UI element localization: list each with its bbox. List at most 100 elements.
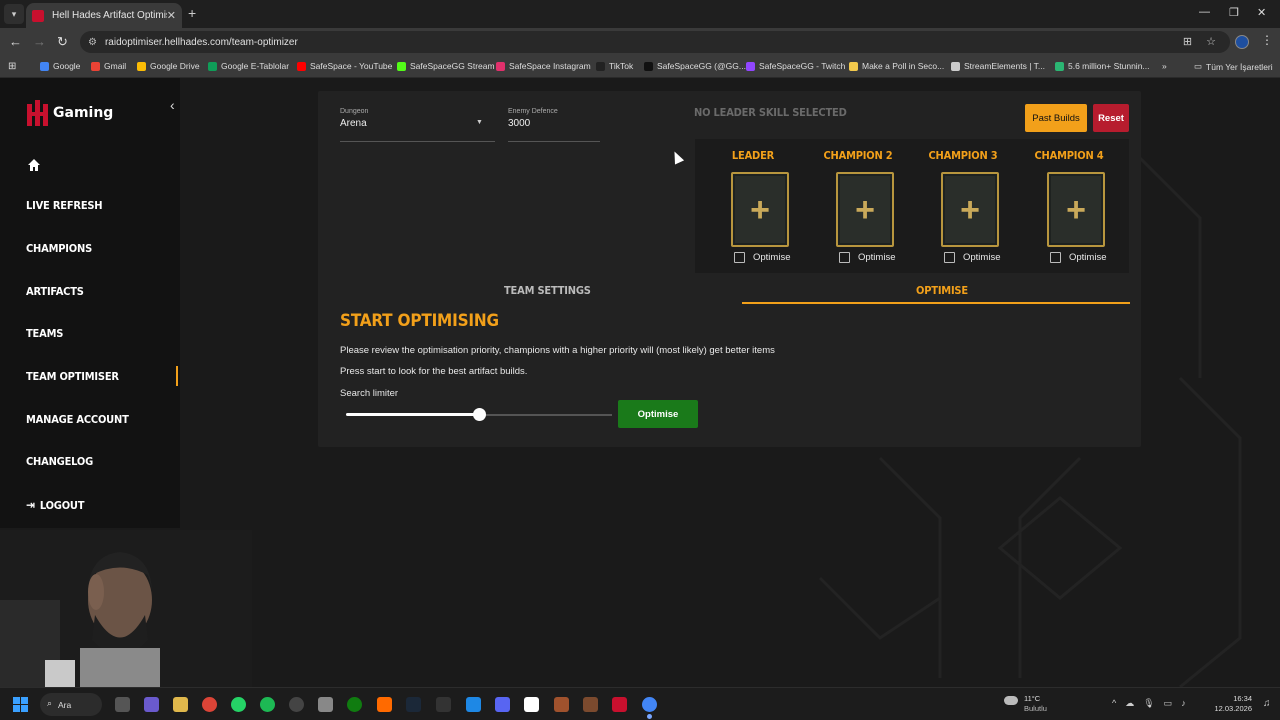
bookmark-star-icon[interactable]: ☆ xyxy=(1206,35,1216,48)
enemy-defence-value: 3000 xyxy=(508,118,531,129)
microphone-icon[interactable]: 🎙 xyxy=(1143,698,1154,709)
instagram-icon xyxy=(496,61,505,71)
new-tab-icon[interactable]: + xyxy=(188,5,196,21)
enemy-defence-field[interactable]: Enemy Defence 3000 xyxy=(508,108,600,142)
tab-optimise[interactable]: Optimise xyxy=(916,284,968,297)
leader-skill-status: No Leader Skill Selected xyxy=(694,106,847,119)
optimise-checkbox[interactable]: Optimise xyxy=(839,252,895,263)
google-icon xyxy=(40,61,49,71)
optimise-checkbox[interactable]: Optimise xyxy=(944,252,1000,263)
sidebar-item-manage-account[interactable]: Manage Account xyxy=(26,413,129,426)
task-view-icon[interactable] xyxy=(115,697,130,712)
browser-tab[interactable]: Hell Hades Artifact Optimiser ✕ xyxy=(26,3,182,28)
reset-button[interactable]: Reset xyxy=(1093,104,1129,132)
epic-games-icon[interactable] xyxy=(436,697,451,712)
add-champion-button[interactable]: + xyxy=(836,172,894,247)
collapse-sidebar-icon[interactable]: ‹ xyxy=(170,97,175,113)
bookmark-item[interactable]: SafeSpace - YouTube xyxy=(297,61,392,71)
bookmark-item[interactable]: SafeSpace Instagram xyxy=(496,61,591,71)
time: 16:34 xyxy=(1233,694,1252,703)
hellhades-icon[interactable] xyxy=(612,697,627,712)
slider-track[interactable] xyxy=(479,414,612,416)
notification-bell-icon[interactable]: ♫ xyxy=(1263,698,1271,709)
tab-team-settings[interactable]: Team Settings xyxy=(504,284,591,297)
bookmark-item[interactable]: StreamElements | T... xyxy=(951,61,1045,71)
tab-close-icon[interactable]: ✕ xyxy=(167,9,176,22)
past-builds-button[interactable]: Past Builds xyxy=(1025,104,1087,132)
bookmark-item[interactable]: TikTok xyxy=(596,61,633,71)
home-icon[interactable] xyxy=(27,158,41,172)
profile-avatar[interactable] xyxy=(1235,35,1249,49)
volume-icon[interactable]: ♪ xyxy=(1181,698,1186,709)
slot-title: Champion 2 xyxy=(823,149,893,162)
network-icon[interactable]: ▭ xyxy=(1164,698,1173,709)
taskbar-search[interactable]: ⌕ Ara xyxy=(40,693,102,716)
copilot-icon[interactable] xyxy=(144,697,159,712)
raid-icon[interactable] xyxy=(583,697,598,712)
bookmark-item[interactable]: Make a Poll in Seco... xyxy=(849,61,944,71)
minimize-icon[interactable]: — xyxy=(1199,6,1210,18)
bookmark-item[interactable]: Google E-Tablolar xyxy=(208,61,289,71)
discord-icon[interactable] xyxy=(495,697,510,712)
game-icon[interactable] xyxy=(554,697,569,712)
streamelements-icon xyxy=(951,61,960,71)
x-icon xyxy=(644,61,653,71)
bookmark-item[interactable]: 5.6 million+ Stunnin... xyxy=(1055,61,1150,71)
all-bookmarks[interactable]: ▭ Tüm Yer İşaretleri xyxy=(1194,61,1273,72)
app-icon[interactable] xyxy=(318,697,333,712)
sidebar-item-live-refresh[interactable]: Live Refresh xyxy=(26,199,103,212)
bookmark-item[interactable]: SafeSpaceGG (@GG... xyxy=(644,61,746,71)
sidebar-item-champions[interactable]: Champions xyxy=(26,242,92,255)
sidebar-item-changelog[interactable]: Changelog xyxy=(26,455,93,468)
xbox-icon[interactable] xyxy=(347,697,362,712)
translate-icon[interactable]: ⊞ xyxy=(1183,35,1192,48)
site-info-icon[interactable]: ⚙ xyxy=(88,37,97,48)
capcut-icon[interactable] xyxy=(524,697,539,712)
maximize-icon[interactable]: ❐ xyxy=(1229,6,1239,19)
onedrive-icon[interactable]: ☁ xyxy=(1125,698,1134,709)
drive-icon xyxy=(137,61,146,71)
back-icon[interactable]: ← xyxy=(9,34,22,49)
tab-title: Hell Hades Artifact Optimiser xyxy=(52,10,167,21)
bookmark-item[interactable]: Google Drive xyxy=(137,61,200,71)
window-close-icon[interactable]: ✕ xyxy=(1257,6,1266,19)
obs-icon[interactable] xyxy=(289,697,304,712)
optimise-button[interactable]: Optimise xyxy=(618,400,698,428)
sidebar-item-team-optimiser[interactable]: Team Optimiser xyxy=(26,370,119,383)
whatsapp-icon[interactable] xyxy=(231,697,246,712)
windows-start-icon[interactable] xyxy=(13,697,28,712)
chrome-active-icon[interactable] xyxy=(642,697,657,712)
bookmark-item[interactable]: Gmail xyxy=(91,61,126,71)
bookmark-item[interactable]: SafeSpaceGG Stream xyxy=(397,61,495,71)
add-champion-button[interactable]: + xyxy=(731,172,789,247)
slot-title: Champion 3 xyxy=(928,149,998,162)
apps-grid-icon[interactable]: ⊞ xyxy=(8,61,16,72)
sidebar-item-teams[interactable]: Teams xyxy=(26,327,63,340)
reload-icon[interactable]: ↻ xyxy=(57,34,68,50)
forward-icon[interactable]: → xyxy=(33,34,46,49)
ea-icon[interactable] xyxy=(377,697,392,712)
battle-net-icon[interactable] xyxy=(466,697,481,712)
bookmark-item[interactable]: Google xyxy=(40,61,80,71)
slider-track-filled[interactable] xyxy=(346,413,479,416)
tray-overflow-icon[interactable]: ^ xyxy=(1112,698,1116,709)
optimise-checkbox[interactable]: Optimise xyxy=(1050,252,1106,263)
address-bar[interactable]: ⚙ raidoptimiser.hellhades.com/team-optim… xyxy=(80,31,1230,53)
tab-search-icon[interactable]: ▾ xyxy=(4,4,24,24)
file-explorer-icon[interactable] xyxy=(173,697,188,712)
sidebar-item-logout[interactable]: ⇥ Logout xyxy=(26,498,85,512)
add-champion-button[interactable]: + xyxy=(941,172,999,247)
brand-logo[interactable]: Gaming xyxy=(27,100,113,126)
sidebar-item-artifacts[interactable]: Artifacts xyxy=(26,285,84,298)
search-limiter-slider[interactable] xyxy=(473,408,486,421)
add-champion-button[interactable]: + xyxy=(1047,172,1105,247)
taskbar-clock[interactable]: 16:34 12.03.2026 xyxy=(1210,694,1252,714)
steam-icon[interactable] xyxy=(406,697,421,712)
browser-menu-icon[interactable]: ⋮ xyxy=(1261,33,1273,47)
more-bookmarks-icon[interactable]: » xyxy=(1162,61,1167,71)
dungeon-select[interactable]: Dungeon Arena ▼ xyxy=(340,108,495,142)
bookmark-item[interactable]: SafeSpaceGG - Twitch xyxy=(746,61,845,71)
optimise-checkbox[interactable]: Optimise xyxy=(734,252,790,263)
spotify-icon[interactable] xyxy=(260,697,275,712)
chrome-icon[interactable] xyxy=(202,697,217,712)
